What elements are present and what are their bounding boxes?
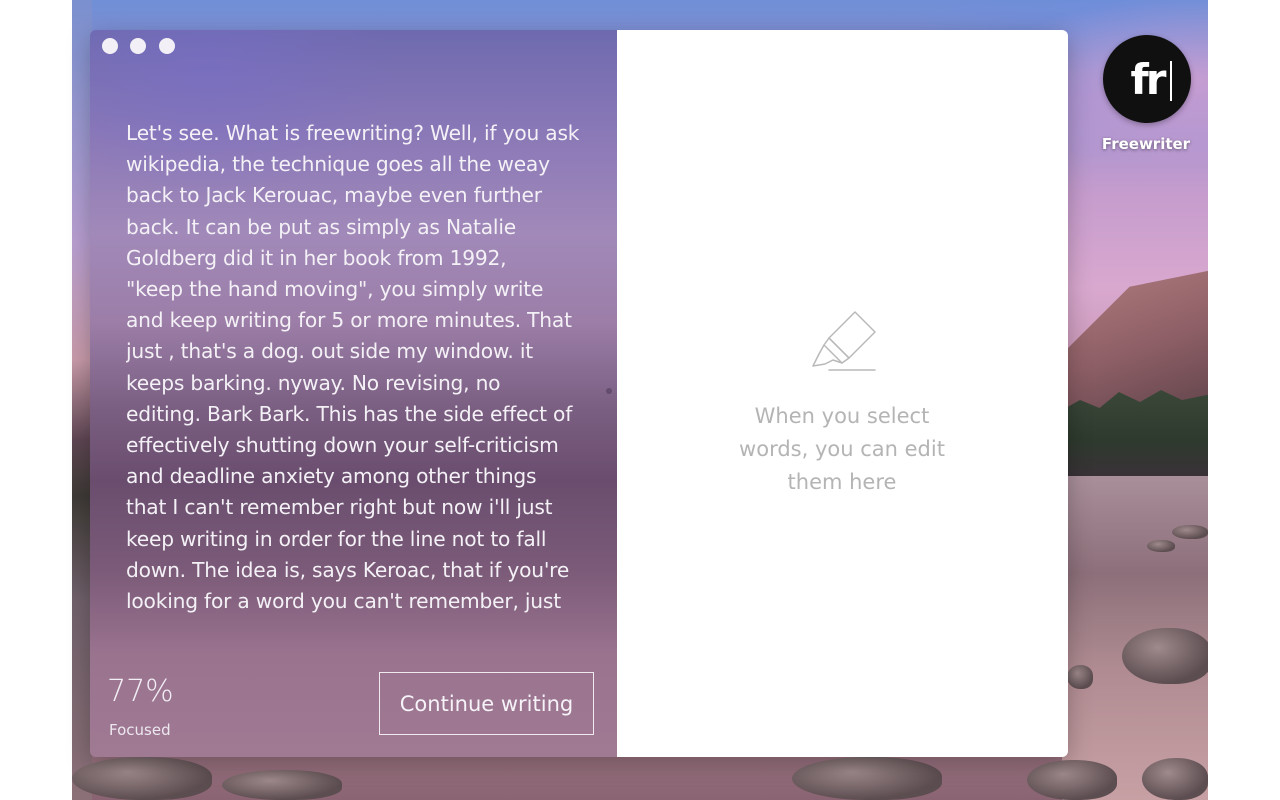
focus-label: Focused <box>109 721 171 739</box>
cursor-bar-icon <box>1169 60 1172 101</box>
wallpaper-left-edge <box>72 0 92 800</box>
wallpaper-rock <box>1142 758 1208 800</box>
pane-divider-handle[interactable] <box>606 388 612 394</box>
wallpaper-rock <box>1147 540 1175 552</box>
app-icon-letters: fr <box>1130 54 1167 104</box>
wallpaper-rock <box>1067 665 1093 689</box>
wallpaper-rock <box>1122 628 1208 684</box>
wallpaper-rock <box>792 757 942 800</box>
wallpaper-rock <box>1172 525 1208 539</box>
continue-writing-button[interactable]: Continue writing <box>379 672 594 735</box>
freewriter-app-icon[interactable]: fr <box>1103 35 1191 123</box>
freewriter-window: Let's see. What is freewriting? Well, if… <box>90 30 1068 757</box>
desktop: Let's see. What is freewriting? Well, if… <box>0 0 1280 800</box>
continue-writing-label: Continue writing <box>399 691 574 716</box>
editor-pane: Let's see. What is freewriting? Well, if… <box>90 30 617 757</box>
window-zoom-button[interactable] <box>159 38 175 54</box>
window-minimize-button[interactable] <box>130 38 146 54</box>
focus-percentage: 77% <box>107 674 174 709</box>
wallpaper-rock <box>72 757 212 800</box>
wallpaper-rock <box>1027 760 1117 800</box>
highlighter-icon <box>812 311 876 371</box>
app-icon-monogram: fr <box>1130 54 1172 104</box>
window-close-button[interactable] <box>102 38 118 54</box>
inspector-pane: When you select words, you can edit them… <box>617 30 1068 757</box>
editor-text-area[interactable]: Let's see. What is freewriting? Well, if… <box>126 118 596 618</box>
app-icon-label[interactable]: Freewriter <box>1086 135 1206 153</box>
inspector-hint-text: When you select words, you can edit them… <box>739 404 945 494</box>
wallpaper-rock <box>222 770 342 800</box>
